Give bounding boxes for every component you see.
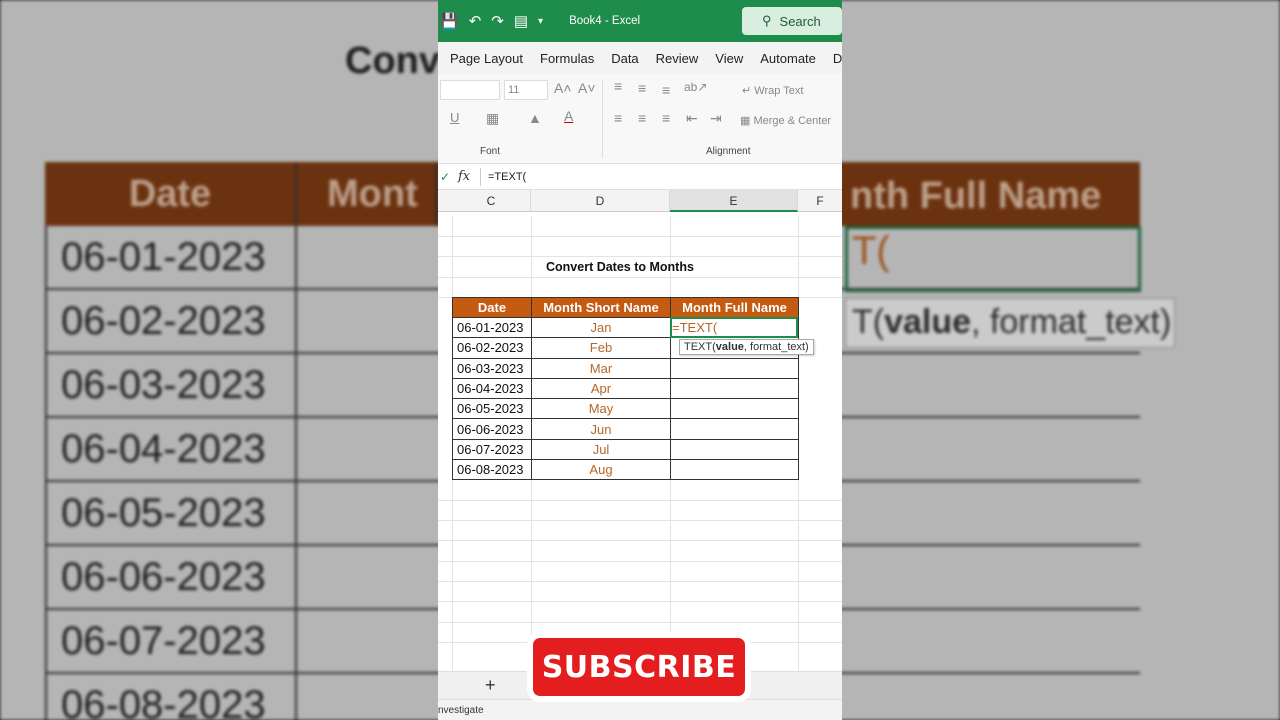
quick-access-toolbar: 💾 ↶ ↷ ▤ ▾ [438,12,543,30]
formula-input[interactable]: =TEXT( [488,171,526,183]
align-middle-icon[interactable]: ≡ [638,80,646,96]
decrease-font-icon[interactable]: A˅ [578,80,596,96]
excel-window: 💾 ↶ ↷ ▤ ▾ Book4 - Excel ⚲ Search Page La… [438,0,842,720]
date-cell[interactable]: 06-04-2023 [452,377,532,400]
tab-view[interactable]: View [715,51,743,66]
header-month-full[interactable]: Month Full Name [670,297,799,318]
short-cell[interactable]: Jul [531,438,671,461]
wrap-text-button[interactable]: ↵ Wrap Text [742,84,803,97]
sheet-title: Convert Dates to Months [546,260,694,274]
function-tooltip[interactable]: TEXT(value, format_text) [679,339,814,355]
font-group-label: Font [480,146,501,157]
short-cell[interactable]: Jun [531,418,671,440]
align-right-icon[interactable]: ≡ [662,110,670,126]
full-cell[interactable] [670,418,799,440]
align-left-icon[interactable]: ≡ [614,110,622,126]
short-cell[interactable]: Jan [531,316,671,339]
full-cell[interactable] [670,438,799,461]
add-sheet-button[interactable]: + [485,675,496,696]
table-row: 06-07-2023 Jul [452,438,799,461]
document-title: Book4 - Excel [569,15,641,27]
underline-icon[interactable]: U [450,110,459,125]
tab-page-layout[interactable]: Page Layout [450,51,523,66]
ribbon-home: 11 A˄ A˅ U ▦ ▲ A Font ≡ ≡ ≡ ab↗ ≡ ≡ ≡ ⇤ … [438,74,842,164]
table-row: 06-05-2023 May [452,398,799,420]
header-month-short[interactable]: Month Short Name [531,297,671,318]
redo-icon[interactable]: ↷ [491,12,504,30]
column-header-e[interactable]: E [670,190,798,212]
full-cell[interactable] [670,377,799,400]
font-name-select[interactable] [440,80,500,100]
decrease-indent-icon[interactable]: ⇤ [686,110,698,127]
align-bottom-icon[interactable]: ≡ [662,82,670,98]
save-icon[interactable]: 💾 [440,12,459,30]
table-row: 06-04-2023 Apr [452,377,799,400]
full-cell[interactable] [670,357,799,379]
date-cell[interactable]: 06-03-2023 [452,357,532,379]
ribbon-separator [602,80,603,158]
status-bar: nvestigate [438,699,842,720]
chart-icon[interactable]: ▤ [514,12,528,30]
align-top-icon[interactable]: ≡ [614,78,622,94]
increase-font-icon[interactable]: A˄ [554,80,572,96]
column-header-f[interactable]: F [798,190,842,212]
enter-check-icon[interactable]: ✓ [440,170,450,184]
fill-color-icon[interactable]: ▲ [528,110,542,126]
tab-formulas[interactable]: Formulas [540,51,594,66]
date-cell[interactable]: 06-07-2023 [452,438,532,461]
date-cell[interactable]: 06-02-2023 [452,337,532,359]
table-row: 06-08-2023 Aug [452,459,799,481]
borders-icon[interactable]: ▦ [486,110,499,127]
worksheet-grid[interactable]: Convert Dates to Months Date Month Short… [438,216,842,671]
date-cell[interactable]: 06-05-2023 [452,398,532,420]
font-size-select[interactable]: 11 [504,80,548,100]
subscribe-button[interactable]: SUBSCRIBE [533,638,745,696]
short-cell[interactable]: May [531,398,671,420]
tab-automate[interactable]: Automate [760,51,816,66]
table-row: 06-06-2023 Jun [452,418,799,440]
header-date[interactable]: Date [452,297,532,318]
undo-icon[interactable]: ↶ [469,12,482,30]
formula-bar: ✓ fx =TEXT( [438,164,842,190]
column-headers: C D E F [438,190,842,212]
short-cell[interactable]: Mar [531,357,671,379]
tab-review[interactable]: Review [656,51,699,66]
increase-indent-icon[interactable]: ⇥ [710,110,722,127]
column-header-c[interactable]: C [452,190,531,212]
tab-developer[interactable]: Deve [833,51,842,66]
title-bar: 💾 ↶ ↷ ▤ ▾ Book4 - Excel ⚲ Search [438,0,842,42]
ribbon-tabs: Page Layout Formulas Data Review View Au… [438,42,842,74]
merge-center-button[interactable]: ▦ Merge & Center [740,114,831,127]
align-center-icon[interactable]: ≡ [638,110,646,126]
date-cell[interactable]: 06-06-2023 [452,418,532,440]
customize-icon[interactable]: ▾ [538,16,543,27]
full-cell[interactable] [670,398,799,420]
alignment-group-label: Alignment [706,146,751,157]
short-cell[interactable]: Apr [531,377,671,400]
font-color-icon[interactable]: A [564,108,573,124]
search-label: Search [779,13,821,29]
active-cell-text: =TEXT( [672,320,718,335]
search-icon: ⚲ [762,13,772,28]
short-cell[interactable]: Aug [531,459,671,481]
date-cell[interactable]: 06-01-2023 [452,316,532,339]
orientation-icon[interactable]: ab↗ [684,80,707,94]
full-cell[interactable] [670,459,799,481]
tab-data[interactable]: Data [611,51,638,66]
column-header-d[interactable]: D [531,190,670,212]
short-cell[interactable]: Feb [531,337,671,359]
insert-function-icon[interactable]: fx [458,169,470,184]
table-row: 06-03-2023 Mar [452,357,799,379]
search-box[interactable]: ⚲ Search [742,7,842,35]
date-cell[interactable]: 06-08-2023 [452,459,532,481]
